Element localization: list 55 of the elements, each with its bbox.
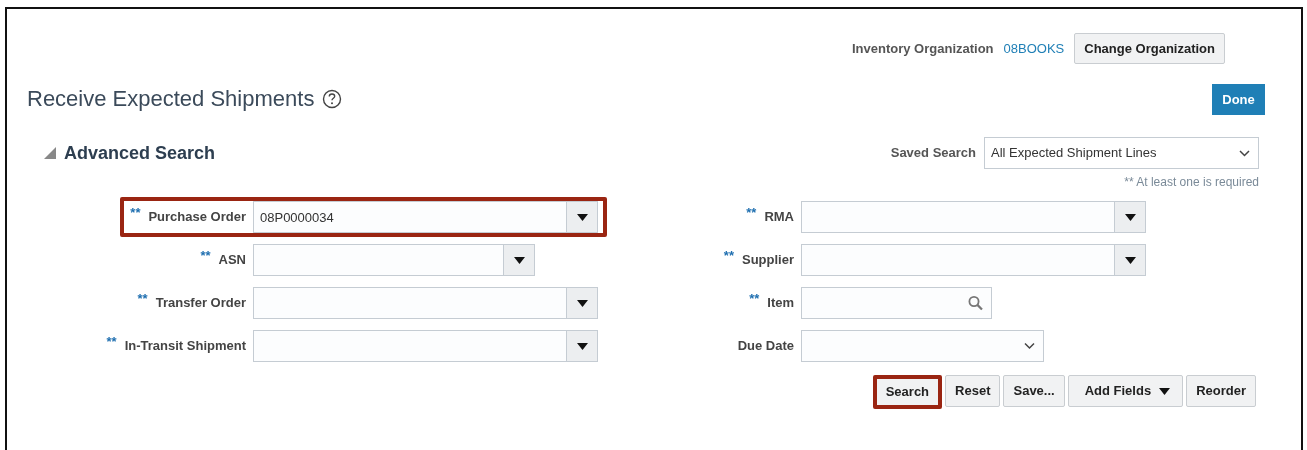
caret-icon bbox=[513, 256, 525, 264]
caret-icon bbox=[576, 342, 588, 350]
caret-icon bbox=[1124, 213, 1136, 221]
required-marker: ** bbox=[723, 247, 734, 266]
required-marker: ** bbox=[137, 290, 148, 309]
done-button[interactable]: Done bbox=[1212, 84, 1265, 115]
chevron-down-icon bbox=[1239, 149, 1250, 157]
required-note: ** At least one is required bbox=[1124, 174, 1259, 191]
action-button[interactable]: Reorder bbox=[1186, 375, 1256, 407]
caret-icon bbox=[1124, 256, 1136, 264]
change-organization-button[interactable]: Change Organization bbox=[1074, 33, 1225, 64]
organization-link[interactable]: 08BOOKS bbox=[1003, 38, 1065, 59]
help-icon[interactable] bbox=[322, 89, 343, 110]
page-title: Receive Expected Shipments bbox=[27, 86, 315, 113]
dropdown-button[interactable] bbox=[567, 330, 598, 362]
organization-label: Inventory Organization bbox=[852, 39, 994, 58]
field-label: Purchase Order bbox=[148, 208, 246, 227]
input-field[interactable] bbox=[253, 244, 504, 276]
field-label: Due Date bbox=[737, 337, 794, 356]
search-field[interactable] bbox=[801, 287, 992, 319]
date-field[interactable] bbox=[801, 330, 1044, 362]
input-field[interactable] bbox=[801, 201, 1115, 233]
caret-icon bbox=[1159, 387, 1171, 395]
required-marker: ** bbox=[200, 247, 211, 266]
disclosure-triangle-icon[interactable] bbox=[44, 147, 56, 159]
field-label: ASN bbox=[218, 251, 246, 270]
field-label: In-Transit Shipment bbox=[124, 337, 246, 356]
dropdown-button[interactable] bbox=[1115, 244, 1146, 276]
section-title: Advanced Search bbox=[64, 141, 216, 165]
input-field[interactable] bbox=[253, 330, 567, 362]
dropdown-button[interactable] bbox=[1115, 201, 1146, 233]
caret-icon bbox=[576, 213, 588, 221]
field-label: Item bbox=[767, 294, 794, 313]
required-marker: ** bbox=[746, 204, 757, 223]
chevron-down-icon bbox=[1024, 342, 1035, 350]
dropdown-button[interactable] bbox=[567, 201, 598, 233]
input-field[interactable] bbox=[801, 244, 1115, 276]
required-marker: ** bbox=[749, 290, 760, 309]
caret-icon bbox=[576, 299, 588, 307]
input-field[interactable]: 08P0000034 bbox=[253, 201, 567, 233]
required-marker: ** bbox=[130, 204, 141, 223]
action-button[interactable]: Save... bbox=[1003, 375, 1065, 407]
action-button[interactable]: Search bbox=[872, 375, 943, 409]
input-field[interactable] bbox=[253, 287, 567, 319]
search-icon[interactable] bbox=[968, 295, 983, 311]
add-fields-menu-button[interactable]: Add Fields bbox=[1067, 375, 1184, 407]
dropdown-button[interactable] bbox=[504, 244, 535, 276]
dropdown-button[interactable] bbox=[567, 287, 598, 319]
field-label: Supplier bbox=[742, 251, 794, 270]
field-label: Transfer Order bbox=[155, 294, 246, 313]
required-marker: ** bbox=[106, 333, 117, 352]
action-button[interactable]: Reset bbox=[945, 375, 1001, 407]
saved-search-select[interactable]: All Expected Shipment Lines bbox=[984, 137, 1259, 169]
saved-search-label: Saved Search bbox=[890, 144, 976, 163]
field-label: RMA bbox=[764, 208, 794, 227]
